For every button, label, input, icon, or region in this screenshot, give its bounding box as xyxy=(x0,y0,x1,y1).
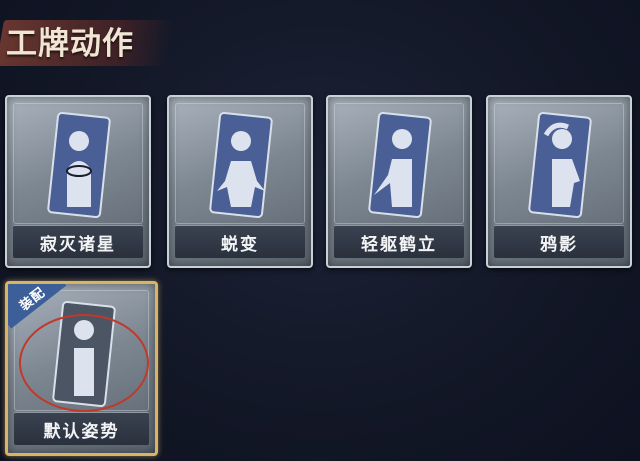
card-label-bar: 默认姿势 xyxy=(14,412,149,445)
card-label-bar: 鸦影 xyxy=(494,225,624,258)
card-label: 轻躯鹤立 xyxy=(361,234,437,255)
card-portrait-icon xyxy=(47,111,111,219)
pose-card-5-equipped[interactable]: 装配 默认姿势 xyxy=(5,281,158,456)
card-portrait-icon xyxy=(368,111,432,219)
pose-card-1[interactable]: 寂灭诸星 xyxy=(5,95,151,268)
card-label-bar: 蜕变 xyxy=(175,225,305,258)
pose-card-3[interactable]: 轻躯鹤立 xyxy=(326,95,472,268)
card-label-bar: 寂灭诸星 xyxy=(13,225,143,258)
card-label-bar: 轻躯鹤立 xyxy=(334,225,464,258)
card-label: 鸦影 xyxy=(540,234,578,255)
card-label: 默认姿势 xyxy=(43,421,120,442)
pose-card-2[interactable]: 蜕变 xyxy=(167,95,313,268)
card-portrait-icon xyxy=(528,111,592,219)
page-title: 工牌动作 xyxy=(6,26,134,62)
card-portrait-icon xyxy=(209,111,273,219)
card-label: 蜕变 xyxy=(221,234,259,255)
highlight-circle-mark xyxy=(19,314,149,412)
pose-card-4[interactable]: 鸦影 xyxy=(486,95,632,268)
card-label: 寂灭诸星 xyxy=(40,234,116,255)
page-header: 工牌动作 xyxy=(0,14,190,76)
